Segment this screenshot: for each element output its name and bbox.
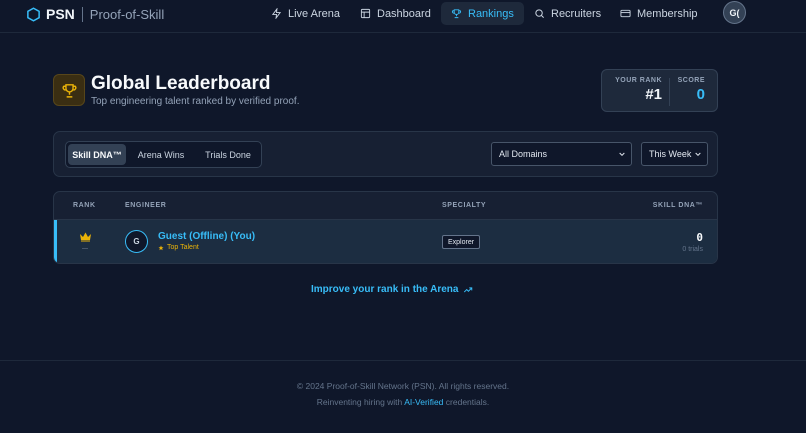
footer-copyright: © 2024 Proof-of-Skill Network (PSN). All…	[296, 381, 510, 391]
layout-icon	[360, 8, 371, 19]
table-row[interactable]: G Guest (Offline) (You) Top Talent Explo…	[54, 220, 717, 263]
rank-stat: YOUR RANK #1	[610, 77, 662, 103]
footer: © 2024 Proof-of-Skill Network (PSN). All…	[0, 360, 806, 433]
leaderboard-trophy-badge	[53, 74, 85, 106]
page-subtitle: Top engineering talent ranked by verifie…	[91, 96, 300, 107]
rank-label: YOUR RANK	[615, 77, 662, 84]
trending-up-icon	[464, 286, 473, 292]
brand-subtitle: Proof-of-Skill	[89, 6, 165, 22]
domain-select[interactable]: All Domains	[491, 142, 632, 166]
footer-tagline-post: credentials.	[445, 397, 490, 407]
rank-underline	[82, 248, 88, 249]
metric-tabs: Skill DNA™ Arena Wins Trials Done	[65, 141, 262, 168]
nav-recruiters-label: Recruiters	[551, 7, 602, 20]
trophy-icon	[451, 9, 462, 19]
period-select[interactable]: This Week	[641, 142, 708, 166]
engineer-name[interactable]: Guest (Offline) (You)	[158, 231, 255, 242]
tab-trials-done[interactable]: Trials Done	[197, 144, 259, 165]
chevron-down-icon	[695, 152, 701, 157]
nav-rankings[interactable]: Rankings	[441, 2, 524, 25]
bolt-icon	[271, 8, 282, 19]
header-skill-dna: SKILL DNA™	[652, 202, 703, 209]
score-stat: SCORE 0	[672, 77, 705, 103]
user-avatar[interactable]: G(	[723, 1, 746, 24]
period-select-value: This Week	[649, 149, 692, 159]
improve-rank-link[interactable]: Improve your rank in the Arena	[311, 284, 473, 295]
nav-dashboard[interactable]: Dashboard	[350, 2, 441, 25]
nav-membership-label: Membership	[637, 7, 698, 20]
top-talent-tag: Top Talent	[158, 244, 199, 251]
nav-rankings-label: Rankings	[468, 7, 514, 20]
brand-name: PSN	[46, 6, 75, 22]
header-rank: RANK	[73, 202, 96, 209]
top-talent-label: Top Talent	[167, 244, 199, 251]
nav-live-arena-label: Live Arena	[288, 7, 340, 20]
specialty-badge: Explorer	[442, 235, 481, 249]
table-header: RANK ENGINEER SPECIALTY SKILL DNA™	[54, 192, 717, 220]
rank-value: #1	[645, 86, 662, 103]
footer-tagline-pre: Reinventing hiring with	[316, 397, 403, 407]
footer-tagline: Reinventing hiring with AI-Verified cred…	[0, 397, 806, 407]
score-label: SCORE	[677, 77, 705, 84]
engineer-avatar: G	[125, 230, 148, 253]
nav-dashboard-label: Dashboard	[377, 7, 431, 20]
skill-dna-value: 0	[696, 231, 703, 244]
trophy-icon	[62, 83, 76, 98]
tab-skill-dna[interactable]: Skill DNA™	[68, 144, 126, 165]
nav-membership[interactable]: Membership	[610, 2, 708, 25]
page-title: Global Leaderboard	[91, 73, 271, 94]
nav-live-arena[interactable]: Live Arena	[261, 2, 350, 25]
filter-bar: Skill DNA™ Arena Wins Trials Done All Do…	[53, 131, 718, 177]
header-specialty: SPECIALTY	[442, 202, 487, 209]
score-value: 0	[696, 86, 705, 103]
trials-count: 0 trials	[682, 246, 703, 253]
user-stats-card: YOUR RANK #1 SCORE 0	[601, 69, 718, 112]
domain-select-value: All Domains	[499, 149, 548, 159]
improve-rank-label: Improve your rank in the Arena	[311, 284, 459, 295]
brand[interactable]: PSN Proof-of-Skill	[26, 5, 164, 23]
brand-divider	[81, 6, 83, 22]
stats-divider	[669, 78, 670, 106]
star-icon	[158, 245, 164, 250]
card-icon	[620, 9, 631, 18]
top-navbar: PSN Proof-of-Skill Live Arena Dashboard …	[0, 0, 806, 33]
hexagon-logo-icon	[27, 6, 40, 22]
footer-tagline-highlight[interactable]: AI-Verified	[404, 397, 443, 407]
header-engineer: ENGINEER	[125, 202, 167, 209]
chevron-down-icon	[619, 152, 625, 157]
search-icon	[535, 9, 544, 18]
nav-recruiters[interactable]: Recruiters	[524, 2, 611, 25]
leaderboard-table: RANK ENGINEER SPECIALTY SKILL DNA™ G Gue…	[53, 191, 718, 264]
crown-icon	[80, 232, 91, 242]
tab-arena-wins[interactable]: Arena Wins	[131, 144, 191, 165]
